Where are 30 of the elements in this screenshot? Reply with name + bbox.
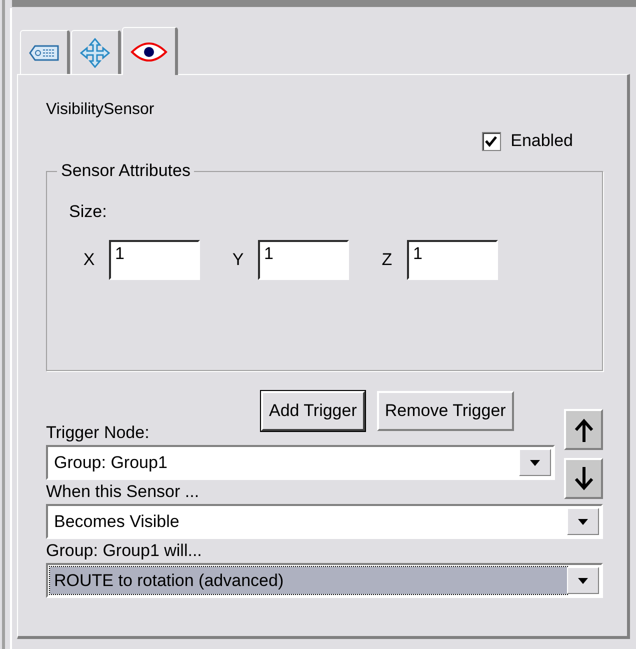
field-label: Z: [380, 250, 394, 270]
remove-trigger-button[interactable]: Remove Trigger: [376, 391, 514, 431]
checkmark-icon: [485, 136, 498, 146]
size-label: Size:: [69, 202, 108, 223]
dropdown[interactable]: Becomes Visible: [46, 504, 603, 539]
field-label: X: [82, 250, 96, 270]
field-label: Group: Group1 will...: [46, 541, 203, 562]
move-arrows-icon: [80, 38, 110, 68]
input-field[interactable]: 1: [258, 240, 349, 280]
field-label: Trigger Node:: [46, 423, 150, 444]
checkbox[interactable]: [482, 132, 501, 150]
up-arrow-icon: [572, 418, 594, 442]
field-label: When this Sensor ...: [46, 482, 200, 503]
eye-icon: [130, 40, 168, 62]
down-arrow-button[interactable]: [564, 458, 603, 499]
tag-icon: [29, 44, 59, 60]
up-arrow-button[interactable]: [564, 409, 603, 450]
dropdown[interactable]: Group: Group1: [46, 445, 555, 480]
node-title: VisibilitySensor: [46, 101, 156, 120]
input-field[interactable]: 1: [109, 240, 200, 280]
dropdown-arrow-icon: [530, 460, 540, 466]
add-trigger-button[interactable]: Add Trigger: [261, 391, 365, 431]
dropdown[interactable]: ROUTE to rotation (advanced): [46, 563, 603, 598]
input-field[interactable]: 1: [407, 240, 498, 280]
down-arrow-icon: [572, 466, 594, 490]
checkbox-label: Enabled: [510, 131, 573, 151]
tab[interactable]: [122, 27, 178, 75]
dropdown-arrow-icon: [578, 578, 588, 584]
dropdown-arrow-icon: [578, 518, 588, 524]
field-label: Y: [231, 250, 245, 270]
